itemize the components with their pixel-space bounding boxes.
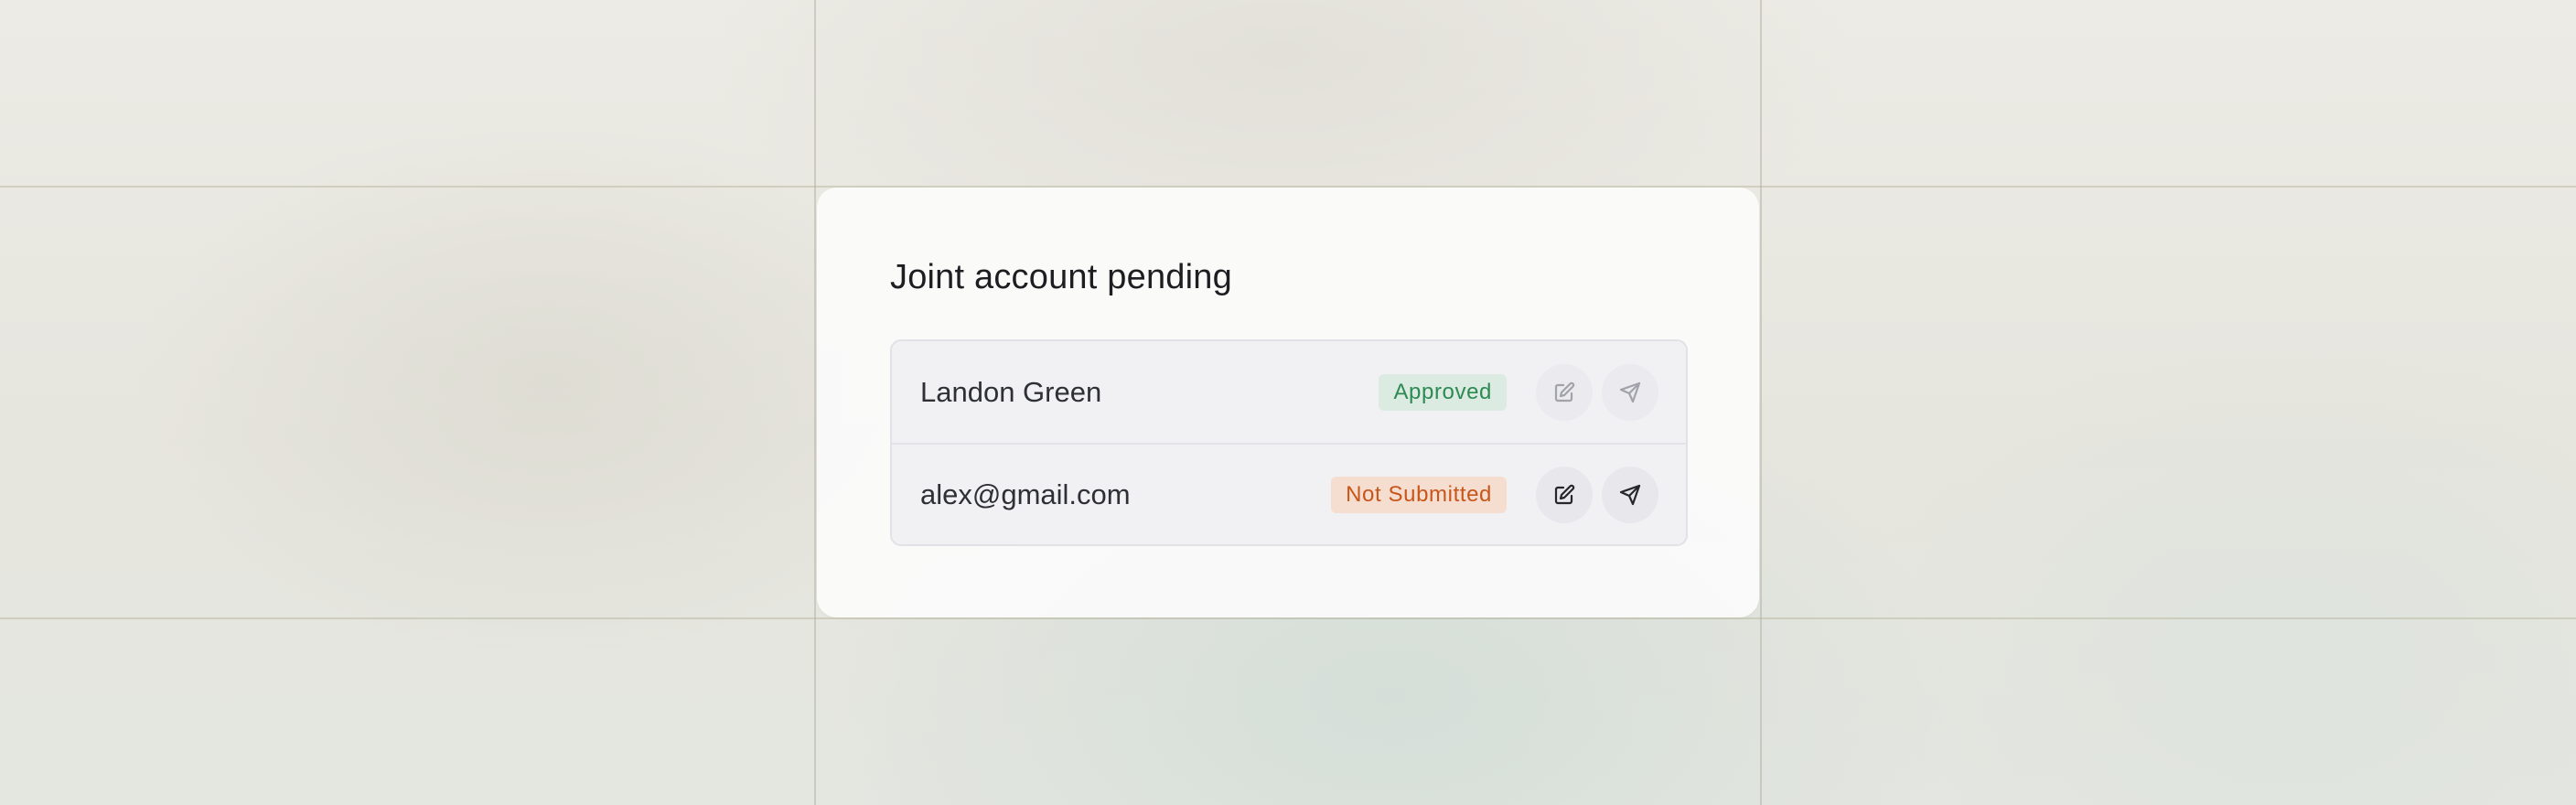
send-button[interactable] bbox=[1602, 466, 1658, 523]
member-row: alex@gmail.com Not Submitted bbox=[892, 443, 1686, 544]
edit-icon bbox=[1554, 381, 1575, 402]
grid-line bbox=[1760, 0, 1762, 805]
edit-button[interactable] bbox=[1536, 363, 1593, 421]
member-name: Landon Green bbox=[920, 375, 1102, 408]
send-button[interactable] bbox=[1602, 363, 1658, 421]
edit-icon bbox=[1554, 484, 1575, 504]
member-row: Landon Green Approved bbox=[892, 341, 1686, 443]
member-name: alex@gmail.com bbox=[920, 478, 1131, 510]
send-icon bbox=[1619, 381, 1641, 402]
joint-account-card: Joint account pending Landon Green Appro… bbox=[817, 188, 1759, 617]
status-badge: Not Submitted bbox=[1331, 476, 1507, 513]
grid-line bbox=[814, 0, 816, 805]
grid-line bbox=[0, 617, 2576, 619]
card-title: Joint account pending bbox=[890, 258, 1232, 296]
edit-button[interactable] bbox=[1536, 466, 1593, 523]
status-badge: Approved bbox=[1379, 373, 1507, 411]
member-list: Landon Green Approved alex@gmail.com Not… bbox=[890, 339, 1688, 546]
send-icon bbox=[1619, 484, 1641, 505]
